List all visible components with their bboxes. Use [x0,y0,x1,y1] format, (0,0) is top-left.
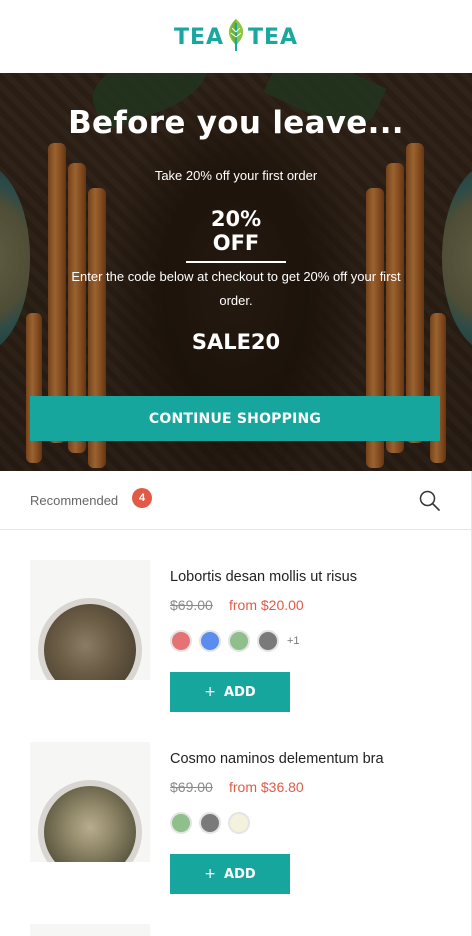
add-label: ADD [224,866,256,882]
swatch-gray[interactable] [257,630,279,652]
logo-text-left: TEA [173,25,224,50]
product-name[interactable]: Lobortis desan mollis ut risus [170,569,357,585]
popup-content: Before you leave... Take 20% off your fi… [0,73,472,471]
offer-amount: 20% OFF [186,207,286,263]
more-swatches[interactable]: +1 [287,635,300,647]
search-icon[interactable] [418,489,442,513]
swatch-gray[interactable] [199,812,221,834]
site-header: TEA TEA [0,0,472,73]
discount-code[interactable]: SALE20 [0,330,472,354]
add-to-cart-button[interactable]: + ADD [170,854,290,894]
swatch-green[interactable] [228,630,250,652]
popup-subtitle: Take 20% off your first order [154,168,318,183]
product-old-price: $69.00 [170,597,213,613]
plus-icon: + [204,684,217,700]
recommended-bar: Recommended 4 [0,471,472,530]
brand-logo[interactable]: TEA TEA [173,18,299,55]
product-name[interactable]: Cosmo naminos delementum bra [170,751,384,767]
product-image[interactable] [30,742,150,862]
swatch-red[interactable] [170,630,192,652]
add-label: ADD [224,684,256,700]
product-card: Cosmo naminos delementum bra $69.00 from… [0,742,472,902]
product-sale-price: from $20.00 [229,597,304,613]
add-to-cart-button[interactable]: + ADD [170,672,290,712]
logo-text-right: TEA [248,25,299,50]
color-swatches: +1 [170,630,300,652]
product-sale-price: from $36.80 [229,779,304,795]
product-card: Lobortis desan mollis ut risus $69.00 fr… [0,560,472,720]
popup-title: Before you leave... [68,105,404,141]
product-old-price: $69.00 [170,779,213,795]
popup-description: Enter the code below at checkout to get … [71,269,401,308]
next-product-image[interactable] [30,924,150,936]
recommended-label[interactable]: Recommended [30,493,118,508]
recommended-count-badge: 4 [132,488,152,508]
swatch-blue[interactable] [199,630,221,652]
plus-icon: + [204,866,217,882]
exit-offer-banner: Before you leave... Take 20% off your fi… [0,73,472,471]
swatch-green[interactable] [170,812,192,834]
color-swatches [170,812,257,834]
product-image[interactable] [30,560,150,680]
swatch-cream[interactable] [228,812,250,834]
continue-shopping-button[interactable]: CONTINUE SHOPPING [30,396,440,441]
leaf-icon [225,18,247,52]
